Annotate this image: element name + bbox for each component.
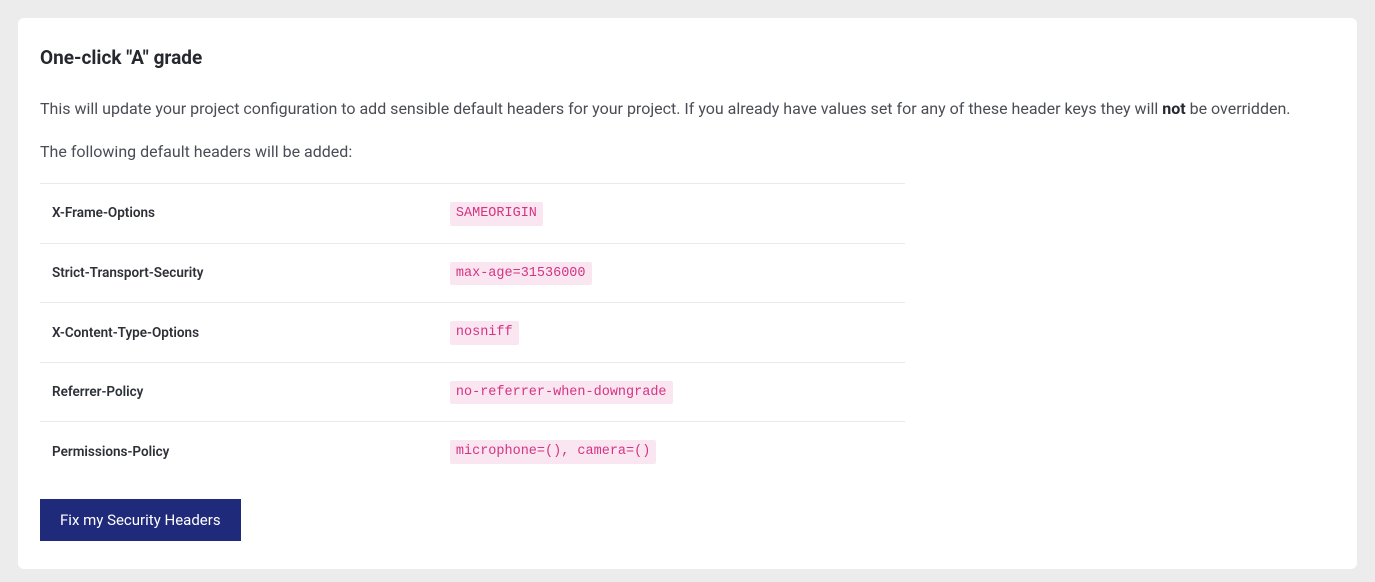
header-name: Strict-Transport-Security [40,243,438,303]
header-value: max-age=31536000 [450,262,592,286]
card-title: One-click "A" grade [40,46,1335,69]
header-value-cell: max-age=31536000 [438,243,905,303]
table-row: X-Frame-Options SAMEORIGIN [40,184,905,244]
header-name: X-Content-Type-Options [40,303,438,363]
header-name: Permissions-Policy [40,422,438,481]
one-click-grade-card: One-click "A" grade This will update you… [18,18,1357,569]
header-value-cell: nosniff [438,303,905,363]
header-value: nosniff [450,321,519,345]
headers-table: X-Frame-Options SAMEORIGIN Strict-Transp… [40,183,905,481]
header-value: no-referrer-when-downgrade [450,381,673,405]
card-subhead: The following default headers will be ad… [40,142,1335,161]
fix-headers-button[interactable]: Fix my Security Headers [40,499,241,541]
header-name: Referrer-Policy [40,362,438,422]
table-row: Referrer-Policy no-referrer-when-downgra… [40,362,905,422]
header-value: SAMEORIGIN [450,202,543,226]
header-name: X-Frame-Options [40,184,438,244]
table-row: Strict-Transport-Security max-age=315360… [40,243,905,303]
header-value-cell: microphone=(), camera=() [438,422,905,481]
desc-pre: This will update your project configurat… [40,99,1162,118]
action-row: Fix my Security Headers [40,499,1335,541]
header-value-cell: SAMEORIGIN [438,184,905,244]
header-value: microphone=(), camera=() [450,440,656,464]
desc-post: be overridden. [1186,99,1291,118]
header-value-cell: no-referrer-when-downgrade [438,362,905,422]
headers-table-wrap: X-Frame-Options SAMEORIGIN Strict-Transp… [40,183,905,481]
desc-bold: not [1162,99,1185,118]
card-description: This will update your project configurat… [40,95,1335,122]
table-row: X-Content-Type-Options nosniff [40,303,905,363]
table-row: Permissions-Policy microphone=(), camera… [40,422,905,481]
